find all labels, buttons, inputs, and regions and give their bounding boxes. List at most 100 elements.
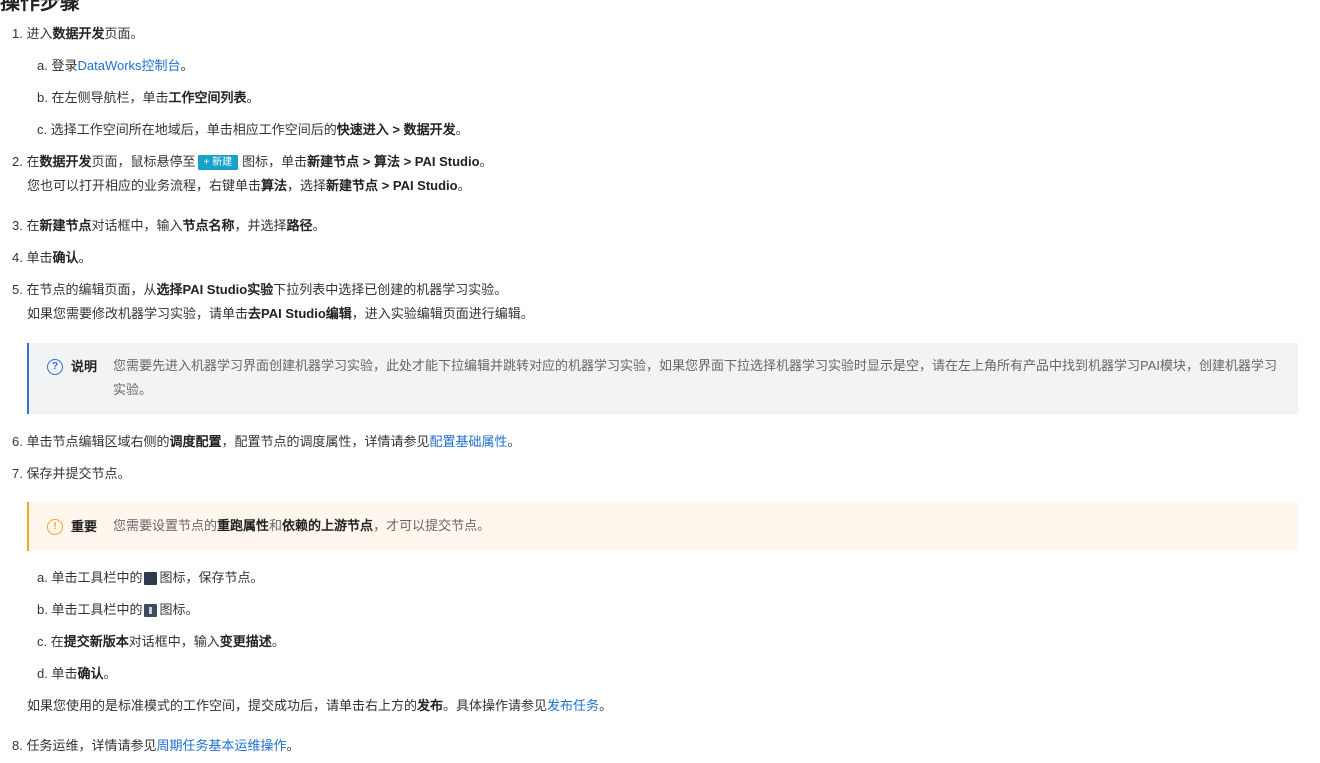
step-1b: b. 在左侧导航栏，单击工作空间列表。 [37,88,260,108]
step-text: 。 [78,250,92,265]
step-7a: a. 单击工具栏中的 图标，保存节点。 [37,568,264,588]
step-text: 在 [26,154,40,169]
step-text: 单击节点编辑区域右侧的 [26,434,170,449]
step-5: 5. 在节点的编辑页面，从选择PAI Studio实验下拉列表中选择已创建的机器… [12,280,507,300]
step-number: 6. [12,434,23,449]
step-bold: 依赖的上游节点 [282,518,374,533]
new-button-image: + 新建 [197,155,239,171]
step-7-extra: 如果您使用的是标准模式的工作空间，提交成功后，请单击右上方的发布。具体操作请参见… [27,696,612,716]
publish-task-link[interactable]: 发布任务 [547,698,599,713]
step-bold: 确认 [52,250,79,265]
step-7b: b. 单击工具栏中的 图标。 [37,600,199,620]
submit-icon [144,604,158,618]
dataworks-console-link[interactable]: DataWorks控制台 [77,58,180,73]
step-bold: 新建节点 > 算法 > PAI Studio [307,154,480,169]
step-text: 图标。 [159,602,199,617]
note-label: 说明 [71,359,98,374]
step-7: 7. 保存并提交节点。 [12,464,130,484]
question-circle-icon: ? [47,359,63,375]
step-text: 单击 [51,666,78,681]
step-3: 3. 在新建节点对话框中，输入节点名称，并选择路径。 [12,216,326,236]
warning-box: ! 重要 您需要设置节点的重跑属性和依赖的上游节点，才可以提交节点。 [27,502,1298,551]
warning-text: 您需要设置节点的重跑属性和依赖的上游节点，才可以提交节点。 [113,514,1278,538]
step-4: 4. 单击确认。 [12,248,92,268]
step-text: 选择工作空间所在地域后，单击相应工作空间后的 [50,122,337,137]
step-text: 在 [50,634,64,649]
step-bold: 选择PAI Studio实验 [156,282,274,297]
step-text: ，配置节点的调度属性，详情请参见 [221,434,430,449]
step-text: 页面。 [104,26,144,41]
page-title: 操作步骤 [0,0,80,14]
note-text: 您需要先进入机器学习界面创建机器学习实验，此处才能下拉编辑并跳转对应的机器学习实… [113,358,1277,397]
step-2-extra: 您也可以打开相应的业务流程，右键单击算法，选择新建节点 > PAI Studio… [27,176,471,196]
step-text: ，进入实验编辑页面进行编辑。 [351,306,534,321]
step-text: ，才可以提交节点。 [373,518,491,533]
step-1c: c. 选择工作空间所在地域后，单击相应工作空间后的快速进入 > 数据开发。 [37,120,469,140]
step-text: 。 [312,218,326,233]
exclamation-circle-icon: ! [47,519,63,535]
step-text: 在节点的编辑页面，从 [26,282,157,297]
step-text: 。 [507,434,521,449]
step-number: 2. [12,154,23,169]
step-text: 。 [599,698,613,713]
step-text: 进入 [26,26,53,41]
step-1: 1. 进入数据开发页面。 [12,24,144,44]
note-box: ? 说明 您需要先进入机器学习界面创建机器学习实验，此处才能下拉编辑并跳转对应的… [27,343,1298,414]
step-number: c. [37,122,48,137]
step-bold: 数据开发 [39,154,92,169]
step-text: 图标，单击 [242,154,308,169]
step-text: 单击 [26,250,53,265]
step-number: a. [37,58,48,73]
step-text: 。 [457,178,471,193]
save-icon [144,572,158,586]
step-text: 。 [479,154,493,169]
step-text: 下拉列表中选择已创建的机器学习实验。 [273,282,508,297]
step-text: 。 [286,738,300,753]
step-5-extra: 如果您需要修改机器学习实验，请单击去PAI Studio编辑，进入实验编辑页面进… [27,304,534,324]
step-2: 2. 在数据开发页面，鼠标悬停至 + 新建 图标，单击新建节点 > 算法 > PAI… [12,152,493,172]
step-number: c. [37,634,48,649]
step-bold: 路径 [286,218,313,233]
step-number: 8. [12,738,23,753]
step-bold: 新建节点 [39,218,92,233]
step-text: 。具体操作请参见 [443,698,548,713]
step-text: 您需要设置节点的 [113,518,218,533]
step-text: ，并选择 [234,218,287,233]
task-ops-link[interactable]: 周期任务基本运维操作 [156,738,286,753]
step-8: 8. 任务运维，详情请参见周期任务基本运维操作。 [12,736,300,756]
basic-properties-link[interactable]: 配置基础属性 [430,434,508,449]
step-text: 。 [246,90,260,105]
step-7d: d. 单击确认。 [37,664,117,684]
step-bold: 确认 [77,666,104,681]
step-number: 5. [12,282,23,297]
step-text: 单击工具栏中的 [51,602,143,617]
step-bold: 新建节点 > PAI Studio [326,178,458,193]
step-text: 如果您需要修改机器学习实验，请单击 [27,306,249,321]
step-number: a. [37,570,48,585]
step-number: 7. [12,466,23,481]
step-text: 如果您使用的是标准模式的工作空间，提交成功后，请单击右上方的 [27,698,418,713]
step-number: 3. [12,218,23,233]
step-text: 您也可以打开相应的业务流程，右键单击 [27,178,262,193]
step-text: 。 [455,122,469,137]
step-text: 。 [180,58,194,73]
step-bold: 去PAI Studio编辑 [248,306,352,321]
step-text: 保存并提交节点。 [26,466,131,481]
step-text: 。 [271,634,285,649]
step-bold: 调度配置 [169,434,222,449]
step-1a: a. 登录DataWorks控制台。 [37,56,194,76]
step-number: b. [37,602,48,617]
step-number: 1. [12,26,23,41]
step-text: 图标，保存节点。 [159,570,264,585]
step-bold: 数据开发 [52,26,105,41]
step-text: 在左侧导航栏，单击 [51,90,169,105]
step-text: 对话框中，输入 [128,634,220,649]
step-bold: 提交新版本 [63,634,129,649]
step-text: 页面，鼠标悬停至 [91,154,196,169]
warning-label: 重要 [71,519,98,534]
step-text: 和 [269,518,283,533]
step-bold: 变更描述 [219,634,272,649]
step-7c: c. 在提交新版本对话框中，输入变更描述。 [37,632,285,652]
step-text: 单击工具栏中的 [51,570,143,585]
step-6: 6. 单击节点编辑区域右侧的调度配置，配置节点的调度属性，详情请参见配置基础属性… [12,432,521,452]
